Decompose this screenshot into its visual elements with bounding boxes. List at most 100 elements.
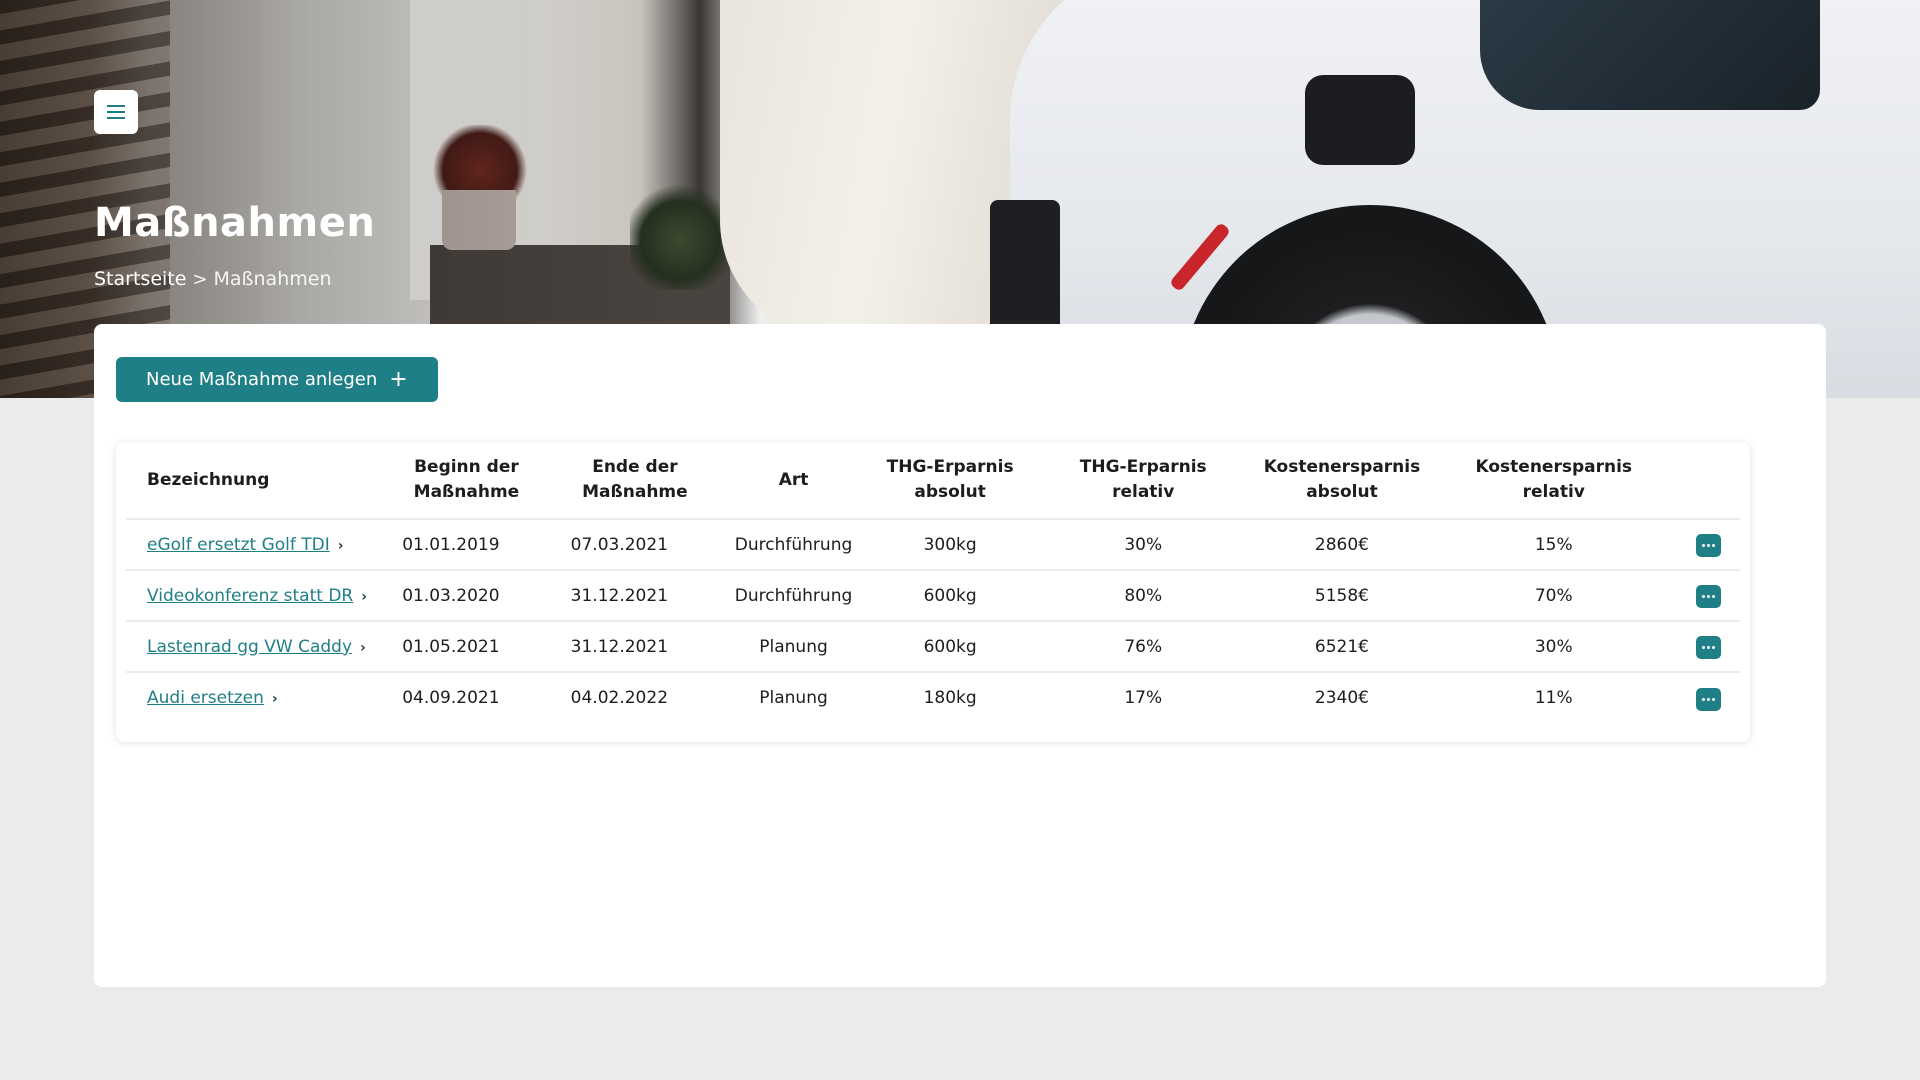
measures-table-container: Bezeichnung Beginn der Maßnahme Ende der Maß… [116, 442, 1750, 742]
more-dot-icon [1707, 544, 1711, 547]
thg-absolute-cell: 600kg [867, 570, 1033, 622]
column-header: THG-Erparnis absolut [867, 442, 1033, 520]
end-date-cell: 04.02.2022 [570, 688, 669, 708]
column-header-line2: relativ [1112, 482, 1175, 502]
plus-icon: + [389, 366, 408, 392]
column-header: Kostenersparnis relativ [1429, 442, 1678, 520]
actions-cell [1677, 519, 1740, 571]
column-header-line2: absolut [1306, 482, 1378, 502]
column-header-line1: Ende der [592, 457, 678, 478]
thg-absolute-cell: 180kg [923, 688, 977, 708]
name-cell: Audi ersetzen › [126, 672, 382, 723]
more-dot-icon [1702, 697, 1706, 701]
more-options-button[interactable] [1696, 585, 1722, 608]
column-header-line2: absolut [914, 482, 986, 502]
breadcrumb-current: Maßnahmen [213, 268, 332, 290]
column-header-line1: Kostenersparnis [1263, 457, 1421, 478]
column-header-line1: Beginn der [414, 457, 519, 478]
actions-cell [1678, 672, 1740, 723]
column-header-line2: Maßnahme [413, 482, 520, 502]
column-header: Beginn der Maßnahme [382, 442, 551, 520]
new-measure-button[interactable]: Neue Maßnahme anlegen + [116, 357, 438, 402]
start-date-cell: 04.09.2021 [402, 688, 500, 708]
column-header-line2: relativ [1522, 482, 1585, 502]
measure-link[interactable]: Lastenrad gg VW Caddy [147, 637, 352, 657]
chevron-right-icon[interactable]: › [272, 691, 278, 707]
more-dot-icon [1707, 646, 1711, 649]
cost-relative-cell: 70% [1429, 570, 1678, 622]
chevron-right-icon[interactable]: › [360, 640, 366, 656]
column-header: Ende der Maßnahme [550, 442, 720, 520]
chevron-right-icon[interactable]: › [338, 538, 344, 554]
type-cell: Planung [759, 688, 828, 708]
table-row: Lastenrad gg VW Caddy › 01.05.2021 31.12.20… [126, 621, 1740, 673]
more-dot-icon [1712, 595, 1716, 598]
more-dot-icon [1712, 646, 1716, 649]
more-dot-icon [1707, 595, 1711, 598]
chevron-right-icon[interactable]: › [361, 589, 367, 605]
new-measure-label: Neue Maßnahme anlegen [146, 369, 378, 390]
thg-absolute-cell: 600kg [867, 621, 1033, 673]
end-date-cell: 31.12.2021 [550, 570, 720, 622]
measure-link[interactable]: Videokonferenz statt DR [147, 586, 353, 606]
page-title: Maßnahmen [94, 200, 376, 246]
start-date-cell: 01.01.2019 [382, 519, 551, 571]
cost-relative-cell: 11% [1534, 688, 1573, 708]
start-date-cell: 01.03.2020 [382, 570, 551, 622]
column-header-line1: Bezeichnung [147, 469, 270, 490]
end-date-cell: 31.12.2021 [550, 621, 720, 673]
column-header-actions [1677, 442, 1740, 520]
menu-button[interactable] [94, 90, 138, 134]
cost-absolute-cell: 5158€ [1254, 570, 1430, 622]
start-date-cell: 01.05.2021 [382, 621, 551, 673]
more-dot-icon [1702, 595, 1706, 598]
table-header-row: Bezeichnung Beginn der Maßnahme Ende der Maß… [126, 442, 1740, 520]
column-header: Bezeichnung [126, 442, 383, 520]
more-options-button[interactable] [1696, 534, 1722, 557]
cost-absolute-cell: 2860€ [1254, 519, 1430, 571]
type-cell: Durchführung [719, 570, 868, 622]
end-date-cell: 07.03.2021 [550, 519, 720, 571]
actions-cell [1677, 621, 1740, 673]
breadcrumb: Startseite > Maßnahmen [94, 268, 332, 290]
column-header-line2: Maßnahme [582, 482, 688, 502]
column-header: THG-Erparnis relativ [1032, 442, 1255, 520]
cost-relative-cell: 30% [1429, 621, 1678, 673]
table-row: Videokonferenz statt DR › 01.03.2020 31.12.… [126, 570, 1740, 622]
more-options-button[interactable] [1696, 687, 1722, 711]
measure-link[interactable]: eGolf ersetzt Golf TDI [147, 535, 330, 555]
cost-absolute-cell: 6521€ [1254, 621, 1430, 673]
hamburger-icon [107, 105, 125, 119]
thg-relative-cell: 17% [1124, 688, 1163, 708]
column-header: Art [719, 442, 868, 520]
thg-absolute-cell: 300kg [867, 519, 1033, 571]
more-dot-icon [1712, 544, 1716, 547]
column-header-line1: THG-Erparnis [886, 457, 1014, 478]
more-options-button[interactable] [1696, 636, 1722, 659]
name-cell: Videokonferenz statt DR › [126, 570, 383, 622]
thg-relative-cell: 30% [1032, 519, 1255, 571]
column-header: Kostenersparnis absolut [1254, 442, 1430, 520]
more-dot-icon [1702, 544, 1706, 547]
type-cell: Durchführung [719, 519, 868, 571]
column-header-line1: Kostenersparnis [1475, 457, 1633, 478]
column-header-line1: Art [778, 469, 809, 490]
table-row: Audi ersetzen › 04.09.2021 04.02.2022 Planun… [126, 672, 1740, 723]
cost-relative-cell: 15% [1429, 519, 1678, 571]
measures-table: Bezeichnung Beginn der Maßnahme Ende der Maß… [126, 442, 1740, 723]
content-card: Neue Maßnahme anlegen + Bezeichnung Begin… [94, 324, 1826, 987]
actions-cell [1677, 570, 1740, 622]
name-cell: eGolf ersetzt Golf TDI › [126, 519, 383, 571]
name-cell: Lastenrad gg VW Caddy › [126, 621, 383, 673]
table-row: eGolf ersetzt Golf TDI › 01.01.2019 07.03.2… [126, 519, 1740, 571]
measure-link[interactable]: Audi ersetzen [147, 688, 264, 708]
column-header-line1: THG-Erparnis [1079, 457, 1207, 478]
more-dot-icon [1702, 646, 1706, 649]
more-dot-icon [1712, 697, 1716, 701]
cost-absolute-cell: 2340€ [1314, 688, 1369, 708]
thg-relative-cell: 80% [1032, 570, 1255, 622]
breadcrumb-home-link[interactable]: Startseite [94, 268, 186, 290]
type-cell: Planung [719, 621, 868, 673]
thg-relative-cell: 76% [1032, 621, 1255, 673]
breadcrumb-separator-icon: > [192, 268, 208, 290]
